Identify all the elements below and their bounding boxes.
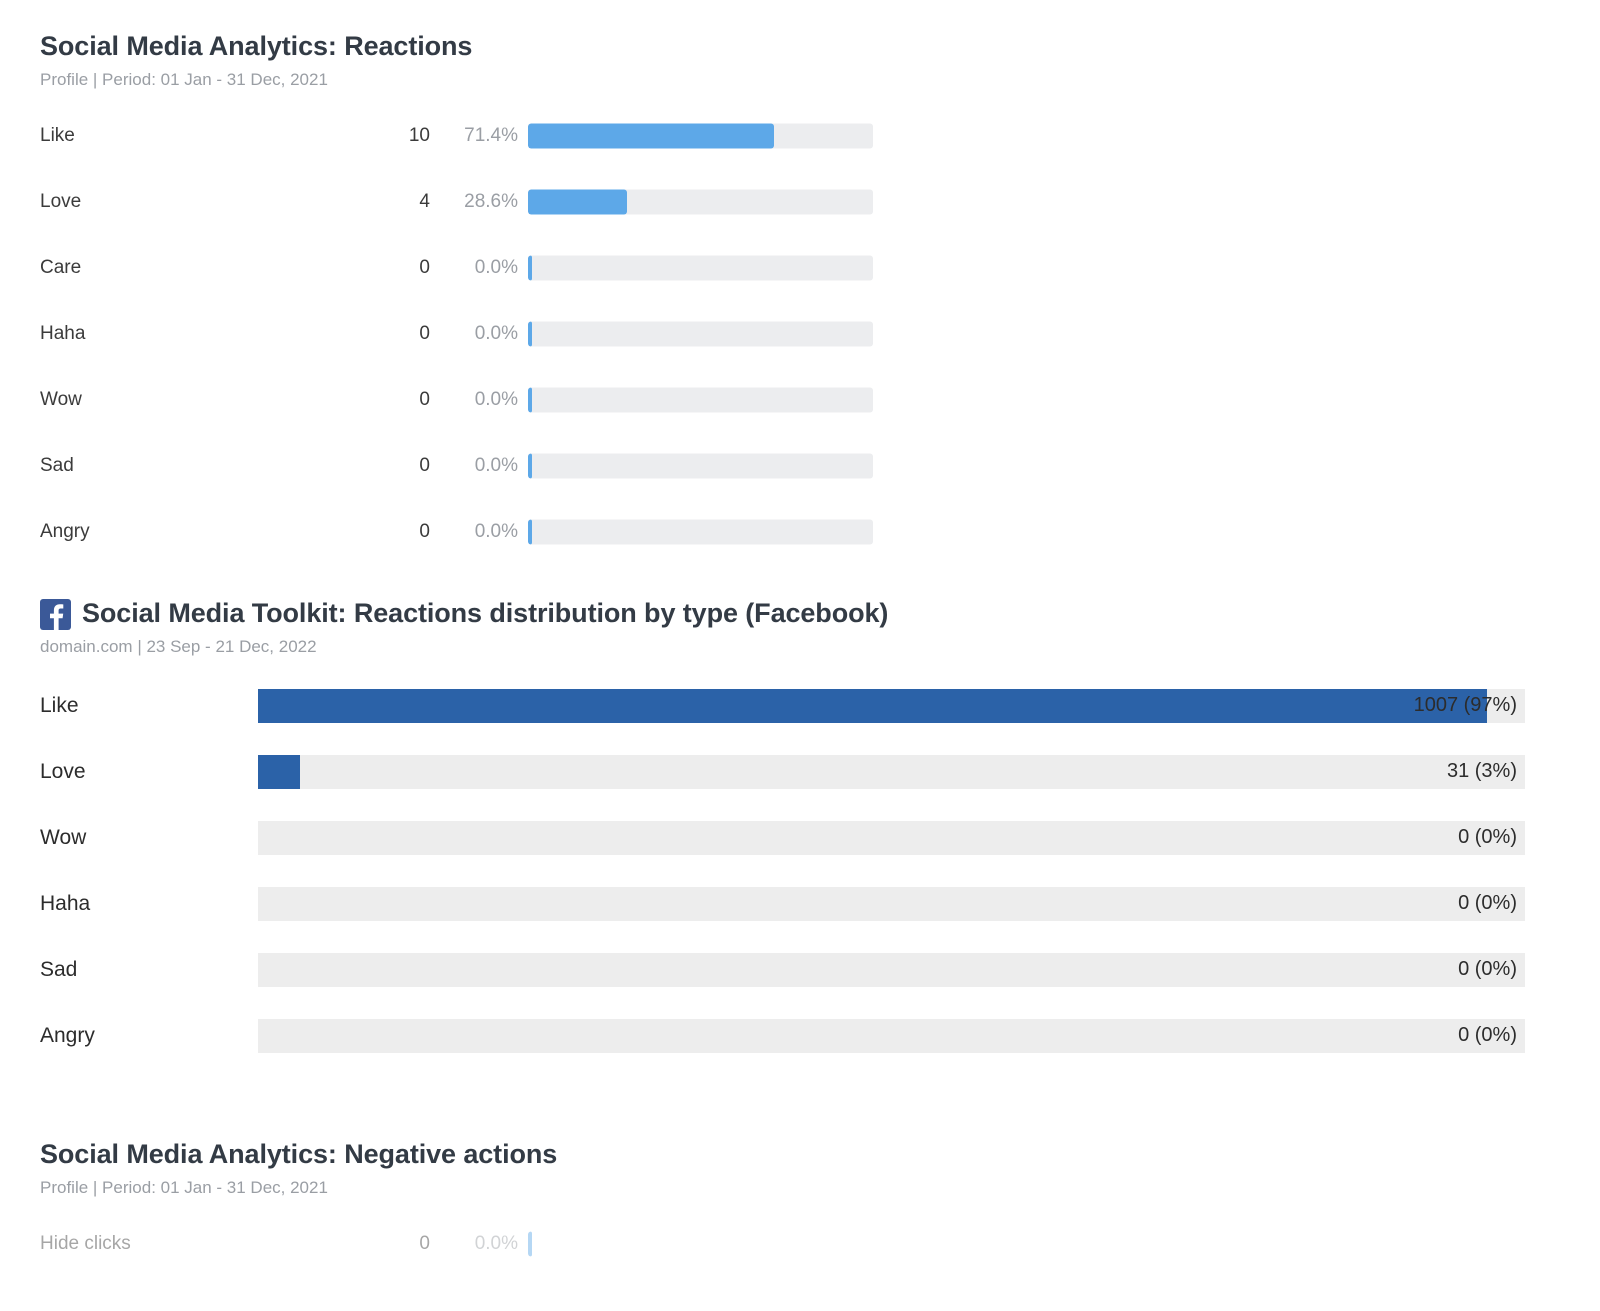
row-label: Like [40, 125, 75, 147]
chart-row: Sad 0 0.0% [0, 433, 1600, 499]
row-label: Sad [40, 455, 74, 477]
reactions-chart: Like 10 71.4% Love 4 28.6% Care 0 0.0% H… [0, 103, 1600, 565]
chart-row: Angry 0 (0%) [0, 1003, 1600, 1069]
row-value-label: 0 (0%) [1458, 826, 1517, 849]
chart-row: Sad 0 (0%) [0, 937, 1600, 1003]
row-bar-fill [528, 387, 532, 413]
row-value: 4 [419, 191, 430, 213]
row-label: Haha [40, 891, 91, 915]
row-value: 0 [419, 323, 430, 345]
row-value: 0 [419, 389, 430, 411]
chart-row: Angry 0 0.0% [0, 499, 1600, 565]
reactions-section: Social Media Analytics: Reactions Profil… [0, 31, 1600, 565]
row-value: 0 [419, 1233, 430, 1255]
row-label: Love [40, 759, 86, 783]
row-bar-track [528, 453, 873, 479]
row-percent: 0.0% [474, 1233, 518, 1255]
row-percent: 0.0% [474, 323, 518, 345]
reactions-subtitle: Profile | Period: 01 Jan - 31 Dec, 2021 [40, 69, 328, 89]
row-bar-fill [528, 255, 532, 281]
row-label: Like [40, 693, 79, 717]
chart-row: Wow 0 (0%) [0, 805, 1600, 871]
facebook-reactions-chart: Like 1007 (97%) 1007 (97%) Love 31 (3%) … [0, 673, 1600, 1069]
row-percent: 0.0% [474, 389, 518, 411]
row-value: 10 [408, 125, 430, 147]
row-bar-track: 0 (0%) [258, 1018, 1525, 1053]
row-bar-track [528, 321, 873, 347]
row-bar-track [528, 387, 873, 413]
row-percent: 0.0% [474, 455, 518, 477]
row-percent: 28.6% [464, 191, 518, 213]
row-value-label: 31 (3%) [1446, 760, 1517, 783]
row-value-label: 0 (0%) [1458, 1024, 1517, 1047]
row-bar-track [528, 1231, 873, 1257]
row-bar-track: 0 (0%) [258, 952, 1525, 987]
page-title: Social Media Analytics: Reactions [40, 31, 1600, 62]
row-percent: 71.4% [464, 125, 518, 147]
row-bar-fill [528, 453, 532, 479]
row-value-label: 1007 (97%) [1413, 694, 1517, 717]
facebook-subtitle: domain.com | 23 Sep - 21 Dec, 2022 [40, 637, 317, 656]
row-bar-fill [528, 189, 627, 215]
row-label: Angry [40, 1023, 95, 1047]
row-label: Hide clicks [40, 1233, 131, 1255]
row-value: 0 [419, 521, 430, 543]
chart-row: Like 10 71.4% [0, 103, 1600, 169]
row-bar-fill [528, 321, 532, 347]
facebook-section-title: Social Media Toolkit: Reactions distribu… [40, 597, 1600, 630]
row-label: Sad [40, 957, 78, 981]
negative-actions-subtitle: Profile | Period: 01 Jan - 31 Dec, 2021 [40, 1177, 328, 1197]
facebook-reactions-section: Social Media Toolkit: Reactions distribu… [0, 598, 1600, 1069]
row-bar-fill [258, 688, 1487, 723]
facebook-title-text: Social Media Toolkit: Reactions distribu… [82, 597, 889, 628]
chart-row: Care 0 0.0% [0, 235, 1600, 301]
row-bar-track: 31 (3%) [258, 754, 1525, 789]
row-label: Wow [40, 389, 82, 411]
row-bar-track [528, 255, 873, 281]
negative-actions-title-text: Social Media Analytics: Negative actions [40, 1139, 558, 1169]
row-value-label: 0 (0%) [1458, 892, 1517, 915]
row-label: Angry [40, 521, 90, 543]
chart-row: Wow 0 0.0% [0, 367, 1600, 433]
chart-row: Love 4 28.6% [0, 169, 1600, 235]
negative-actions-chart: Hide clicks 0 0.0% [0, 1211, 1600, 1277]
row-bar-track [528, 189, 873, 215]
row-percent: 0.0% [474, 257, 518, 279]
row-value-label: 0 (0%) [1458, 958, 1517, 981]
row-label: Love [40, 191, 82, 213]
row-value: 0 [419, 257, 430, 279]
row-value: 0 [419, 455, 430, 477]
row-bar-fill [528, 123, 775, 149]
negative-actions-section: Social Media Analytics: Negative actions… [0, 1139, 1600, 1277]
facebook-icon [40, 599, 71, 630]
row-bar-fill [258, 754, 300, 789]
row-bar-track [528, 519, 873, 545]
row-bar-track: 1007 (97%) 1007 (97%) [258, 688, 1525, 723]
row-label: Haha [40, 323, 86, 345]
negative-actions-title: Social Media Analytics: Negative actions [40, 1139, 1600, 1170]
row-bar-track [528, 123, 873, 149]
reactions-title-text: Social Media Analytics: Reactions [40, 31, 473, 61]
row-bar-track: 0 (0%) [258, 886, 1525, 921]
chart-row: Love 31 (3%) [0, 739, 1600, 805]
row-label: Wow [40, 825, 87, 849]
row-bar-fill [528, 1231, 532, 1257]
row-bar-track: 0 (0%) [258, 820, 1525, 855]
chart-row: Haha 0 0.0% [0, 301, 1600, 367]
chart-row: Hide clicks 0 0.0% [0, 1211, 1600, 1277]
row-percent: 0.0% [474, 521, 518, 543]
chart-row: Haha 0 (0%) [0, 871, 1600, 937]
row-label: Care [40, 257, 82, 279]
chart-row: Like 1007 (97%) 1007 (97%) [0, 673, 1600, 739]
row-bar-fill [528, 519, 532, 545]
